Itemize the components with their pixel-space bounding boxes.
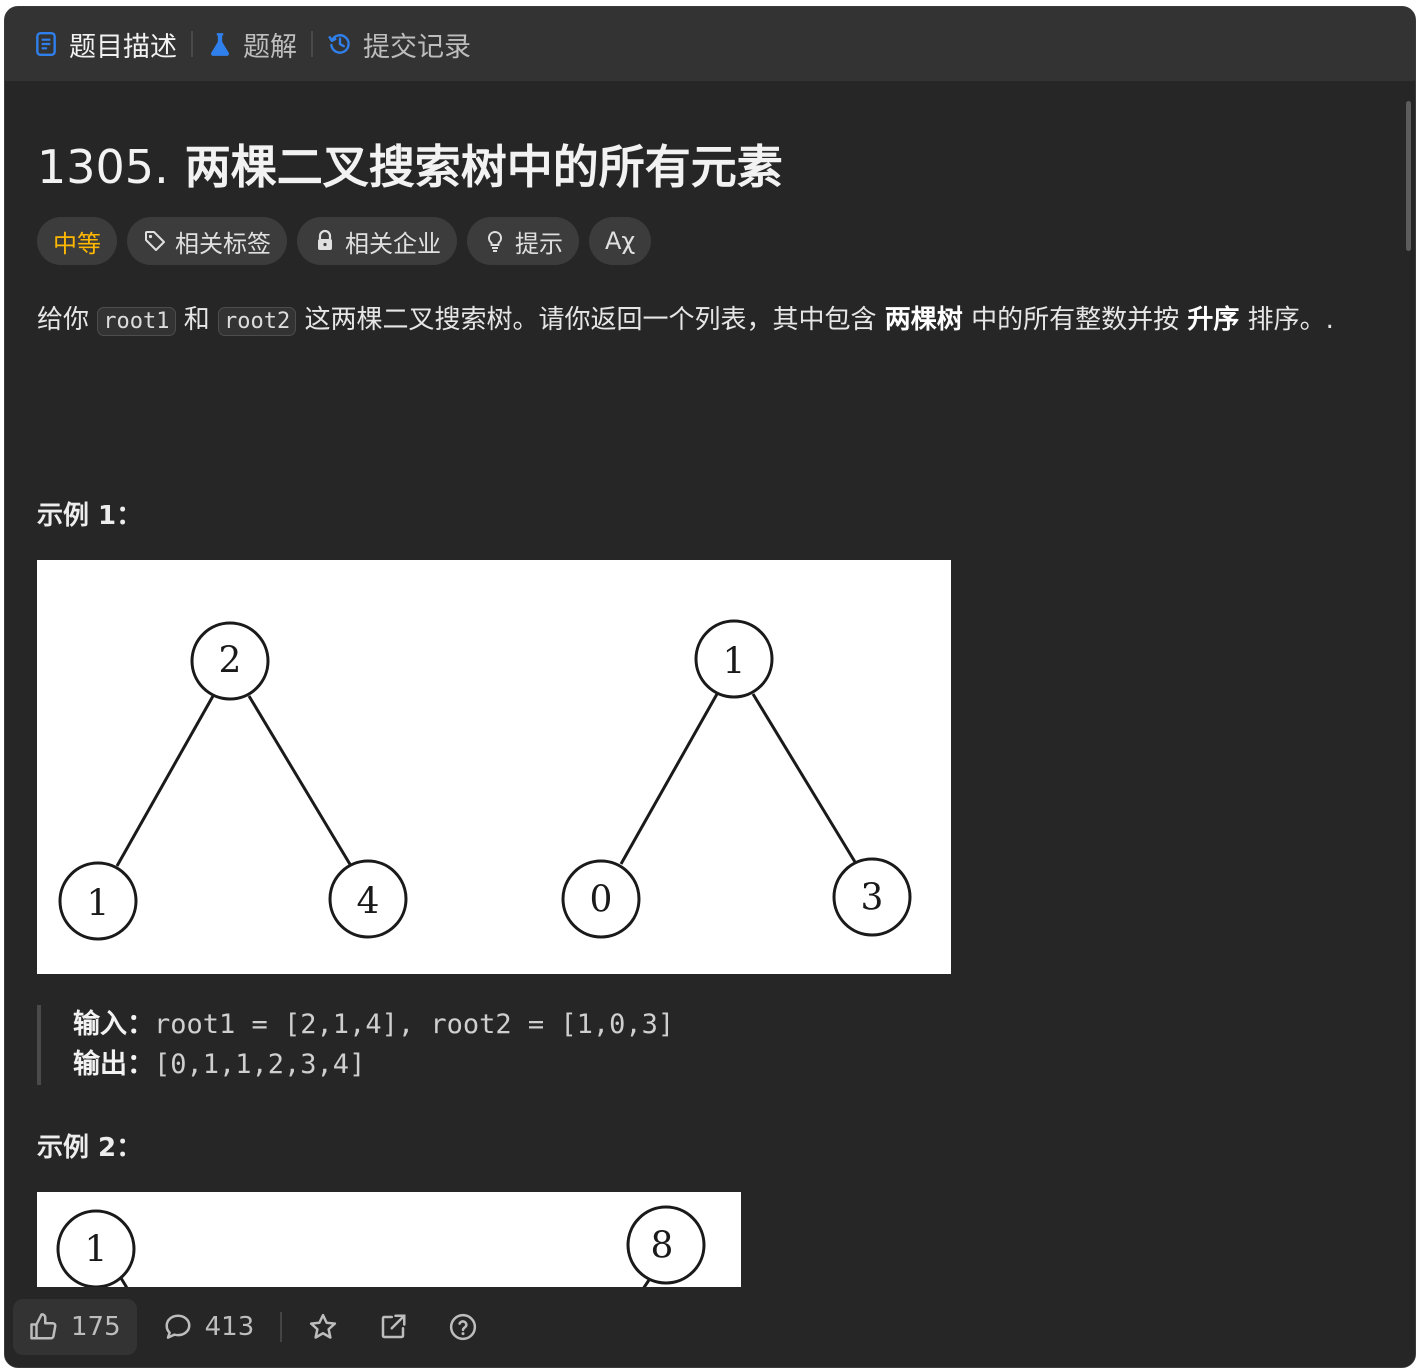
comment-icon	[165, 1314, 191, 1339]
tree1-left-label: 1	[87, 884, 110, 925]
inline-code-root2: root2	[218, 307, 297, 336]
scrollbar[interactable]	[1406, 101, 1411, 251]
lock-icon	[318, 229, 332, 250]
emphasis-both-trees: 两棵树	[884, 305, 963, 335]
like-button[interactable]: 175	[13, 1299, 137, 1355]
example-1-trees: 2 1 4 1 0 3	[58, 619, 912, 941]
hint-label: 提示	[515, 229, 563, 258]
example-1-title: 示例 1：	[37, 501, 143, 531]
footer-divider	[280, 1312, 283, 1342]
tree1-right-label: 4	[357, 882, 380, 923]
difficulty-badge: 中等	[37, 217, 117, 265]
tab-description[interactable]: 题目描述	[33, 25, 177, 64]
thumbs-up-icon	[30, 1313, 57, 1340]
input-value: root1 = [2,1,4], root2 = [1,0,3]	[154, 1009, 675, 1040]
comments-button[interactable]: 413	[163, 1312, 255, 1342]
external-link-icon	[382, 1314, 406, 1339]
page-title[interactable]: 1305. 两棵二叉搜索树中的所有元素	[37, 131, 783, 197]
tab-solutions[interactable]: 题解	[207, 25, 297, 64]
related-tags-button[interactable]: 相关标签	[127, 217, 287, 265]
example-2-title: 示例 2：	[37, 1133, 143, 1163]
inline-code-root1: root1	[97, 307, 176, 336]
tree2-root-label: 1	[723, 642, 746, 683]
footer-toolbar: 175 413	[5, 1287, 1415, 1367]
tag-icon	[145, 231, 165, 251]
tab-bar: 题目描述 题解 提交记录	[5, 7, 1415, 81]
example-1-output: 输出：[0,1,1,2,3,4]	[73, 1045, 674, 1085]
document-icon	[36, 31, 56, 57]
favorite-button[interactable]	[308, 1312, 338, 1342]
tab-divider	[191, 31, 193, 57]
output-value: [0,1,1,2,3,4]	[154, 1049, 366, 1080]
translate-button[interactable]: Aχ	[589, 217, 652, 265]
help-button[interactable]	[448, 1312, 478, 1342]
tab-solutions-label: 题解	[243, 31, 297, 63]
example-2-trees: 1 8	[56, 1205, 706, 1298]
tag-row: 中等 相关标签 相关企业 提示 Aχ	[37, 217, 652, 265]
tab-submissions-label: 提交记录	[363, 31, 471, 63]
star-icon	[310, 1313, 337, 1339]
related-tags-label: 相关标签	[175, 229, 271, 258]
lightbulb-icon	[487, 230, 503, 252]
example-1-io: 输入：root1 = [2,1,4], root2 = [1,0,3] 输出：[…	[37, 1005, 674, 1085]
tab-description-label: 题目描述	[69, 31, 177, 63]
example-2-tree1-root-label: 1	[85, 1230, 108, 1271]
tree1-root-label: 2	[219, 641, 242, 682]
flask-icon	[211, 33, 229, 56]
input-label: 输入：	[73, 1009, 154, 1040]
share-button[interactable]	[378, 1312, 408, 1342]
history-icon	[328, 34, 350, 54]
example-1-input: 输入：root1 = [2,1,4], root2 = [1,0,3]	[73, 1005, 674, 1045]
example-2-tree2-root-label: 8	[651, 1226, 674, 1267]
tree2-left-label: 0	[590, 880, 613, 921]
related-companies-button[interactable]: 相关企业	[297, 217, 457, 265]
question-circle-icon	[450, 1313, 477, 1341]
problem-description: 给你 root1 和 root2 这两棵二叉搜索树。请你返回一个列表，其中包含 …	[37, 305, 1334, 336]
problem-title: 两棵二叉搜索树中的所有元素	[184, 140, 783, 194]
hint-button[interactable]: 提示	[467, 217, 579, 265]
like-count: 175	[71, 1312, 121, 1342]
problem-content: 1305. 两棵二叉搜索树中的所有元素 中等 相关标签 相关企业 提示 Aχ 给…	[37, 81, 1375, 1298]
comment-count: 413	[204, 1312, 255, 1342]
tab-divider	[311, 31, 313, 57]
tree2-right-label: 3	[861, 878, 884, 919]
emphasis-ascending: 升序	[1187, 305, 1240, 335]
difficulty-label: 中等	[53, 229, 101, 258]
translate-icon: Aχ	[605, 227, 636, 255]
example-2-image: 1 8	[37, 1192, 741, 1298]
related-companies-label: 相关企业	[345, 229, 441, 258]
output-label: 输出：	[73, 1049, 154, 1080]
example-1-image: 2 1 4 1 0 3	[37, 560, 951, 974]
tab-submissions[interactable]: 提交记录	[327, 25, 471, 64]
problem-panel: 题目描述 题解 提交记录 1305. 两棵二叉搜索树中的所有元素 中等 相关标签…	[4, 6, 1416, 1368]
problem-number: 1305.	[37, 140, 169, 194]
